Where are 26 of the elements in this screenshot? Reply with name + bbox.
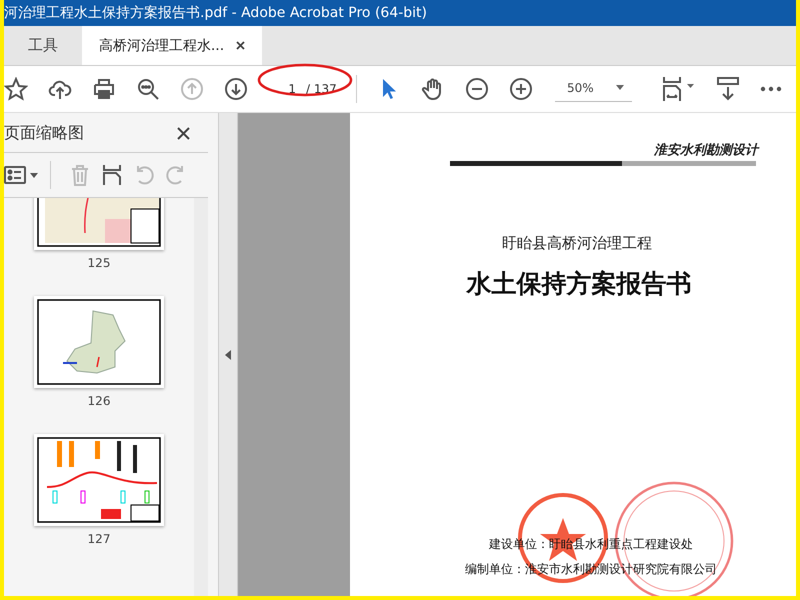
- zoom-out-icon[interactable]: [465, 77, 489, 101]
- printer-icon[interactable]: [92, 77, 116, 101]
- close-icon[interactable]: [177, 127, 190, 140]
- page-number-label: 125: [88, 256, 110, 270]
- caret-icon: [616, 85, 624, 90]
- insert-page-icon[interactable]: [101, 164, 123, 186]
- zoom-dropdown[interactable]: 50%: [555, 76, 632, 102]
- zoom-in-icon[interactable]: [509, 77, 533, 101]
- panel-title: 页面缩略图: [4, 123, 84, 144]
- document-tab[interactable]: 高桥河治理工程水...: [82, 26, 262, 65]
- document-title: 水土保持方案报告书: [466, 268, 692, 300]
- document-subtitle: 盱眙县高桥河治理工程: [502, 234, 652, 253]
- window-title: 河治理工程水土保持方案报告书.pdf - Adobe Acrobat Pro (64-bit): [4, 4, 428, 22]
- scrollbar[interactable]: [194, 198, 208, 596]
- page-number-label: 126: [88, 394, 110, 408]
- company-logo-text: 淮安水利勘测设计: [654, 142, 758, 159]
- close-icon[interactable]: [236, 41, 246, 50]
- page-number-field[interactable]: 1: [266, 80, 298, 98]
- fit-width-icon[interactable]: [662, 76, 696, 102]
- collapse-arrow-icon[interactable]: [225, 350, 231, 360]
- search-icon[interactable]: [136, 77, 160, 101]
- page-number-label: 127: [88, 532, 110, 546]
- more-icon[interactable]: [760, 86, 782, 92]
- star-icon[interactable]: [4, 77, 28, 101]
- keyboard-arrow-icon[interactable]: [716, 76, 740, 102]
- options-icon[interactable]: [4, 164, 40, 186]
